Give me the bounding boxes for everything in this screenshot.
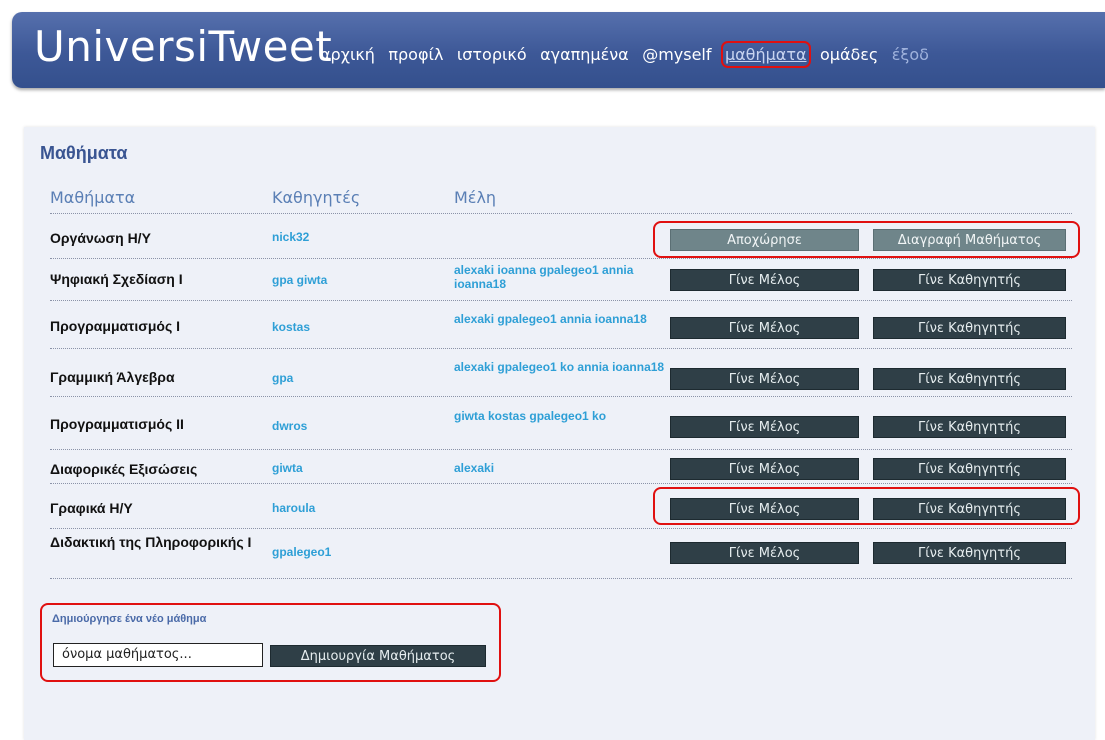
course-members[interactable]: alexaki (454, 461, 676, 475)
become-professor-button[interactable]: Γίνε Καθηγητής (873, 368, 1066, 390)
page-title: Μαθήματα (40, 143, 128, 163)
course-professors[interactable]: gpa (272, 371, 293, 385)
become-member-button[interactable]: Γίνε Μέλος (670, 317, 859, 339)
main-nav: αρχική προφίλ ιστορικό αγαπημένα @myself… (320, 41, 938, 68)
course-row: Προγραμματισμός ΙΙ dwros giwta kostas gp… (50, 396, 1072, 450)
nav-favorites[interactable]: αγαπημένα (540, 45, 629, 64)
course-members[interactable]: alexaki gpalegeo1 annia ioanna18 (454, 312, 676, 326)
header-divider (50, 213, 1072, 214)
new-course-name-input[interactable]: όνομα μαθήματος... (53, 643, 263, 667)
course-name: Οργάνωση Η/Υ (50, 230, 151, 246)
nav-myself[interactable]: @myself (642, 45, 711, 64)
course-name: Γραφικά Η/Υ (50, 500, 133, 516)
course-professors[interactable]: nick32 (272, 230, 309, 244)
nav-history[interactable]: ιστορικό (457, 45, 527, 64)
course-professors[interactable]: dwros (272, 419, 307, 433)
highlight-box-actions (653, 221, 1080, 258)
nav-home[interactable]: αρχική (320, 45, 375, 64)
course-name: Διδακτική της Πληροφορικής Ι (50, 534, 252, 550)
highlight-box-actions-graphics (653, 487, 1080, 525)
course-row: Γραμμική Άλγεβρα gpa alexaki gpalegeo1 k… (50, 348, 1072, 397)
course-professors[interactable]: gpa giwta (272, 273, 327, 287)
nav-courses[interactable]: μαθήματα (720, 41, 811, 68)
course-name: Γραμμική Άλγεβρα (50, 369, 175, 385)
become-member-button[interactable]: Γίνε Μέλος (670, 368, 859, 390)
nav-logout[interactable]: έξοδ (892, 45, 929, 64)
course-name: Προγραμματισμός Ι (50, 318, 181, 334)
course-row: Διαφορικές Εξισώσεις giwta alexaki Γίνε … (50, 449, 1072, 484)
course-name: Προγραμματισμός ΙΙ (50, 416, 184, 432)
course-row: Προγραμματισμός Ι kostas alexaki gpalege… (50, 300, 1072, 349)
course-row: Διδακτική της Πληροφορικής Ι gpalegeo1 Γ… (50, 528, 1072, 579)
course-row: Ψηφιακή Σχεδίαση Ι gpa giwta alexaki ioa… (50, 258, 1072, 301)
nav-groups[interactable]: ομάδες (820, 45, 878, 64)
course-members[interactable]: giwta kostas gpalegeo1 ko (454, 409, 676, 423)
become-professor-button[interactable]: Γίνε Καθηγητής (873, 269, 1066, 291)
column-header-course: Μαθήματα (50, 188, 136, 207)
nav-profile[interactable]: προφίλ (388, 45, 443, 64)
course-name: Ψηφιακή Σχεδίαση Ι (50, 271, 183, 287)
top-navigation-bar: UniversiTweet αρχική προφίλ ιστορικό αγα… (12, 12, 1105, 88)
become-professor-button[interactable]: Γίνε Καθηγητής (873, 458, 1066, 480)
course-members[interactable]: alexaki ioanna gpalegeo1 annia ioanna18 (454, 263, 676, 291)
become-professor-button[interactable]: Γίνε Καθηγητής (873, 542, 1066, 564)
course-professors[interactable]: kostas (272, 320, 310, 334)
become-member-button[interactable]: Γίνε Μέλος (670, 416, 859, 438)
brand-logo[interactable]: UniversiTweet (34, 22, 332, 71)
column-header-professors: Καθηγητές (272, 188, 361, 207)
course-professors[interactable]: haroula (272, 501, 315, 515)
course-name: Διαφορικές Εξισώσεις (50, 461, 198, 477)
create-course-button[interactable]: Δημιουργία Μαθήματος (270, 645, 486, 667)
course-members[interactable]: alexaki gpalegeo1 ko annia ioanna18 (454, 360, 676, 374)
course-professors[interactable]: giwta (272, 461, 303, 475)
become-member-button[interactable]: Γίνε Μέλος (670, 269, 859, 291)
new-course-label: Δημιούργησε ένα νέο μάθημα (52, 613, 207, 625)
become-professor-button[interactable]: Γίνε Καθηγητής (873, 416, 1066, 438)
become-member-button[interactable]: Γίνε Μέλος (670, 542, 859, 564)
column-header-members: Μέλη (454, 188, 497, 207)
course-professors[interactable]: gpalegeo1 (272, 545, 331, 559)
become-professor-button[interactable]: Γίνε Καθηγητής (873, 317, 1066, 339)
become-member-button[interactable]: Γίνε Μέλος (670, 458, 859, 480)
